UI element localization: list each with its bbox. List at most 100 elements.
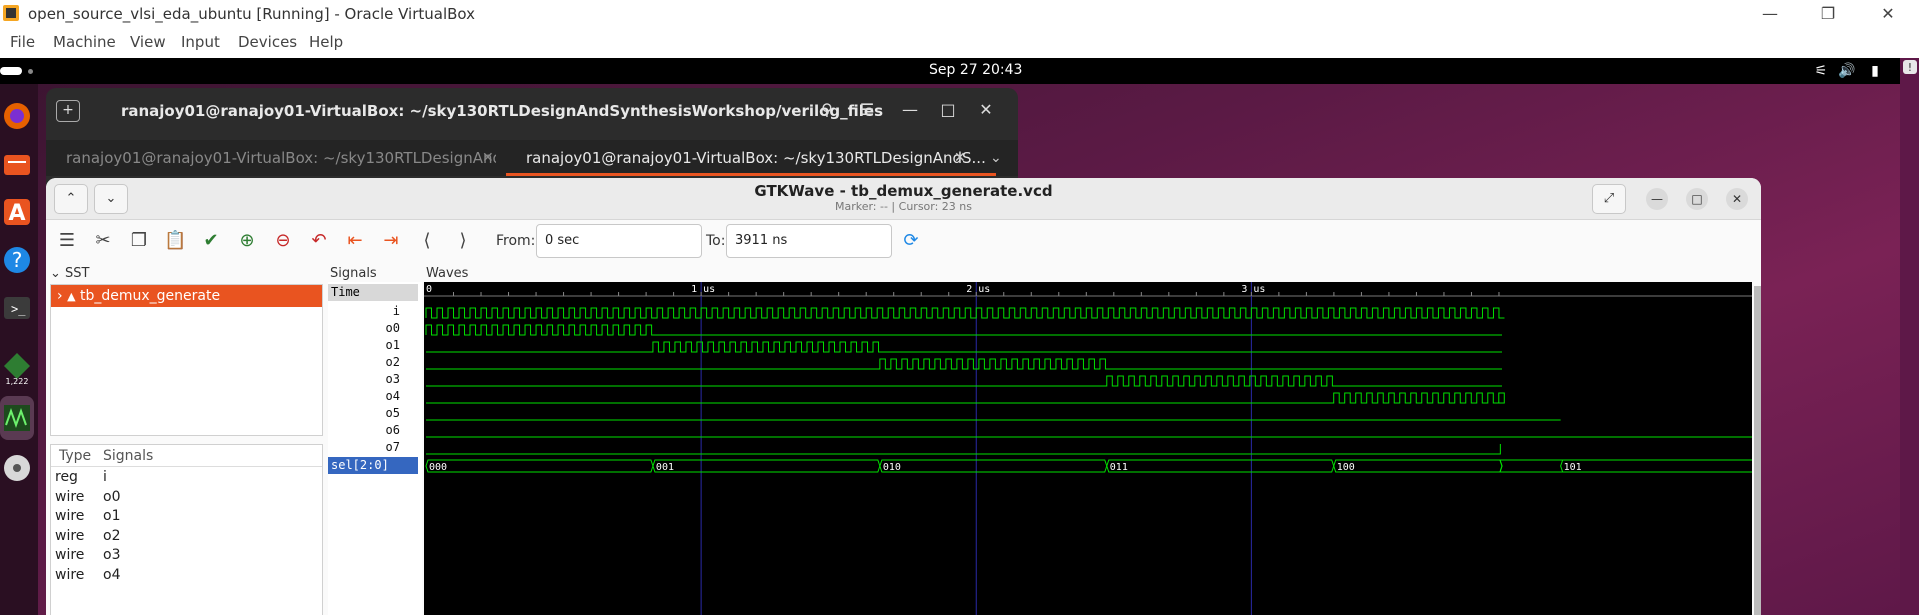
menu-help[interactable]: Help: [309, 33, 343, 51]
guest-desktop: Sep 27 20:43 ⚟ 🔊 ▮ ! A ? >_ 1,222 + rana…: [0, 58, 1919, 615]
sst-tree-item[interactable]: › ▲ tb_demux_generate: [51, 285, 322, 307]
terminal-close-button[interactable]: ✕: [976, 100, 996, 124]
tabs-dropdown-icon[interactable]: ⌄: [990, 140, 1002, 176]
zoom-to-start-icon[interactable]: ⇤: [344, 230, 366, 252]
paste-icon[interactable]: 📋: [164, 230, 186, 252]
terminal-menu-icon[interactable]: ☰: [852, 100, 882, 124]
svg-text:?: ?: [12, 248, 23, 272]
signal-name-o1[interactable]: o1: [386, 338, 400, 352]
signal-name-i[interactable]: i: [393, 304, 400, 318]
waves-vertical-scrollbar[interactable]: [1754, 286, 1761, 615]
host-scroll-strip: !: [1900, 58, 1919, 615]
files-icon: [4, 155, 30, 175]
workspace-dot: [28, 69, 33, 74]
software-launcher[interactable]: A: [0, 190, 34, 234]
sst-signal-type: wire: [55, 488, 85, 505]
sst-signal-name: o3: [103, 547, 121, 563]
gtkwave-icon: [4, 405, 30, 431]
menu-input[interactable]: Input: [181, 33, 220, 51]
sst-signal-name: o4: [103, 566, 121, 583]
signal-name-o3[interactable]: o3: [386, 372, 400, 386]
files-launcher[interactable]: [0, 142, 34, 186]
terminal-launcher[interactable]: >_: [0, 286, 34, 330]
bus-value-label: 011: [1110, 462, 1128, 473]
terminal-minimize-button[interactable]: —: [900, 100, 920, 124]
reload-icon[interactable]: ⟳: [900, 230, 922, 252]
signal-name-o2[interactable]: o2: [386, 355, 400, 369]
marker-cursor-status: Marker: -- | Cursor: 23 ns: [834, 200, 973, 213]
expand-chevron-icon[interactable]: ›: [57, 288, 63, 304]
terminal-tab-2[interactable]: ranajoy01@ranajoy01-VirtualBox: ~/sky130…: [506, 140, 996, 176]
to-time-input[interactable]: 3911 ns: [726, 224, 892, 258]
signal-name-o6[interactable]: o6: [386, 423, 400, 437]
signal-name-o4[interactable]: o4: [386, 389, 400, 403]
to-label: To:: [706, 233, 726, 249]
sst-signal-type: wire: [55, 547, 85, 563]
signal-name-o7[interactable]: o7: [386, 440, 400, 454]
time-tick-label: 2 us: [966, 284, 990, 295]
signal-name-o5[interactable]: o5: [386, 406, 400, 420]
menu-file[interactable]: File: [10, 33, 35, 51]
time-tick-label: 0: [426, 284, 432, 295]
minimize-button[interactable]: —: [1750, 3, 1790, 25]
copy-icon[interactable]: ❐: [128, 230, 150, 252]
disc-launcher[interactable]: [0, 446, 34, 490]
window-title: open_source_vlsi_eda_ubuntu [Running] - …: [28, 5, 476, 23]
firefox-launcher[interactable]: [0, 94, 34, 138]
hamburger-menu-icon[interactable]: ☰: [56, 230, 78, 252]
bus-value-label: 100: [1337, 462, 1355, 473]
bus-value-label: 001: [656, 462, 674, 473]
signal-name-o0[interactable]: o0: [386, 321, 400, 335]
restore-button[interactable]: ❐: [1808, 3, 1848, 25]
gtkwave-window: ⌃ ⌄ GTKWave - tb_demux_generate.vcd Mark…: [46, 178, 1761, 615]
fullscreen-button[interactable]: ⤢: [1592, 184, 1626, 214]
sst-signal-name: o1: [103, 508, 121, 524]
battery-icon[interactable]: ▮: [1866, 62, 1884, 80]
type-column-header[interactable]: Type: [59, 448, 91, 464]
find-next-edge-icon[interactable]: ⟩: [452, 230, 474, 252]
vim-launcher[interactable]: 1,222: [0, 346, 34, 390]
zoom-in-icon[interactable]: ⊕: [236, 230, 258, 252]
zoom-fit-icon[interactable]: ✔: [200, 230, 222, 252]
terminal-tab-bar: ranajoy01@ranajoy01-VirtualBox: ~/sky130…: [46, 140, 1018, 176]
cut-icon[interactable]: ✂: [92, 230, 114, 252]
gtkwave-launcher[interactable]: [0, 396, 34, 440]
close-button[interactable]: ✕: [1868, 3, 1908, 25]
clock[interactable]: Sep 27 20:43: [929, 62, 1022, 78]
gtkwave-close-button[interactable]: ✕: [1726, 188, 1748, 210]
menu-devices[interactable]: Devices: [238, 33, 297, 51]
gtkwave-minimize-button[interactable]: —: [1646, 188, 1668, 210]
sst-signal-row[interactable]: wire o4: [51, 567, 322, 591]
zoom-out-icon[interactable]: ⊖: [272, 230, 294, 252]
help-launcher[interactable]: ?: [0, 238, 34, 282]
bus-signal-row[interactable]: sel[2:0]: [328, 457, 418, 474]
find-previous-edge-icon[interactable]: ⟨: [416, 230, 438, 252]
terminal-search-icon[interactable]: ⚲: [812, 100, 842, 124]
undo-zoom-icon[interactable]: ↶: [308, 230, 330, 252]
svg-text:A: A: [8, 201, 25, 226]
waveform-canvas[interactable]: 01 us2 us3 us000001010011100101110: [424, 282, 1752, 615]
bus-value-label: 010: [883, 462, 901, 473]
sst-signal-type: reg: [55, 469, 78, 485]
terminal-tab-close-icon[interactable]: ✕: [954, 140, 966, 176]
from-time-input[interactable]: 0 sec: [536, 224, 702, 258]
sst-header[interactable]: ⌄ SST: [50, 266, 89, 281]
sst-signal-name: i: [103, 469, 107, 485]
gtkwave-headerbar: ⌃ ⌄ GTKWave - tb_demux_generate.vcd Mark…: [46, 178, 1761, 220]
terminal-tab-close-icon[interactable]: ✕: [482, 140, 494, 176]
firefox-icon: [4, 103, 30, 129]
notification-icon: !: [1903, 60, 1917, 74]
volume-icon[interactable]: 🔊: [1838, 62, 1856, 80]
terminal-tab-1[interactable]: ranajoy01@ranajoy01-VirtualBox: ~/sky130…: [66, 140, 496, 176]
bus-value-label: 101: [1564, 462, 1582, 473]
network-icon[interactable]: ⚟: [1812, 62, 1830, 80]
gtkwave-maximize-button[interactable]: □: [1686, 188, 1708, 210]
terminal-maximize-button[interactable]: □: [938, 100, 958, 124]
activities-indicator[interactable]: [0, 67, 22, 75]
signals-column-header[interactable]: Signals: [103, 448, 153, 464]
menu-machine[interactable]: Machine: [53, 33, 116, 51]
zoom-to-end-icon[interactable]: ⇥: [380, 230, 402, 252]
virtualbox-menubar: File Machine View Input Devices Help: [0, 28, 1919, 58]
gtkwave-toolbar: ☰ ✂ ❐ 📋 ✔ ⊕ ⊖ ↶ ⇤ ⇥ ⟨ ⟩ From: 0 sec To: …: [46, 220, 1761, 262]
menu-view[interactable]: View: [130, 33, 166, 51]
